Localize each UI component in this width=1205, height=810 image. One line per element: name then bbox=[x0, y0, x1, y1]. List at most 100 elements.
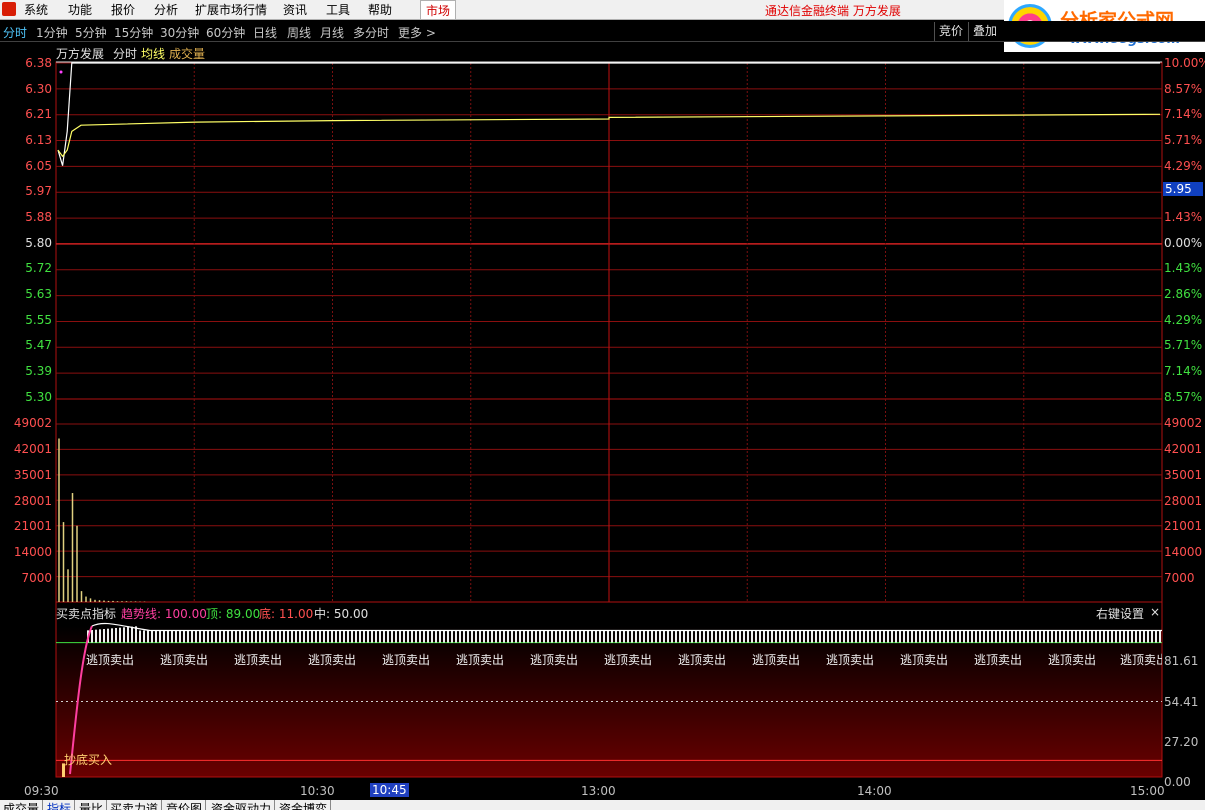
close-indicator-icon[interactable]: × bbox=[1150, 605, 1160, 619]
time-tick: 14:00 bbox=[857, 784, 892, 798]
pct-label: 0.00% bbox=[1164, 236, 1203, 250]
sell-signal: 逃顶卖出 bbox=[382, 653, 431, 667]
time-cursor: 10:45 bbox=[370, 783, 409, 797]
tab-indicator[interactable]: 指标 bbox=[44, 800, 76, 810]
pct-label: 5.71% bbox=[1164, 338, 1203, 352]
volume-axis-label: 14000 bbox=[13, 545, 52, 559]
time-tick: 13:00 bbox=[581, 784, 616, 798]
menu-function[interactable]: 功能 bbox=[68, 2, 92, 18]
sell-signal: 逃顶卖出 bbox=[826, 653, 875, 667]
period-bar: 分时 1分钟 5分钟 15分钟 30分钟 60分钟 日线 周线 月线 多分时 更… bbox=[0, 21, 1205, 42]
period-5min[interactable]: 5分钟 bbox=[75, 24, 107, 41]
tab-fund-drive[interactable]: 资金驱动力 bbox=[208, 800, 276, 810]
indicator-axis-label: 0.00 bbox=[1164, 775, 1191, 789]
price-label: 5.30 bbox=[25, 390, 52, 404]
price-label: 5.80 bbox=[25, 236, 52, 250]
volume-axis-label: 49002 bbox=[1164, 416, 1203, 430]
current-price-badge: 5.95 bbox=[1163, 182, 1203, 196]
pct-label: 1.43% bbox=[1164, 261, 1203, 275]
pct-label: 10.00% bbox=[1164, 56, 1205, 70]
pct-label: 2.86% bbox=[1164, 287, 1203, 301]
volume-axis-label: 21001 bbox=[13, 519, 52, 533]
pct-label: 7.14% bbox=[1164, 364, 1203, 378]
sell-signal: 逃顶卖出 bbox=[456, 653, 505, 667]
bottom-tabs: 成交量 指标 量比 买卖力道 竞价图 资金驱动力 资金博弈 bbox=[0, 800, 1205, 810]
sell-signal: 逃顶卖出 bbox=[752, 653, 801, 667]
volume-axis-label: 28001 bbox=[1164, 494, 1203, 508]
pct-label: 7.14% bbox=[1164, 107, 1203, 121]
stock-name: 万方发展 bbox=[56, 47, 105, 61]
menu-extended-market[interactable]: 扩展市场行情 bbox=[195, 2, 267, 18]
tab-volume-ratio[interactable]: 量比 bbox=[76, 800, 108, 810]
sell-signal: 逃顶卖出 bbox=[86, 653, 135, 667]
volume-axis-label: 7000 bbox=[1164, 571, 1195, 585]
time-tick: 10:30 bbox=[300, 784, 335, 798]
price-label: 5.47 bbox=[25, 338, 52, 352]
open-marker bbox=[59, 70, 63, 74]
menu-help[interactable]: 帮助 bbox=[368, 2, 392, 18]
tab-fund-game[interactable]: 资金博弈 bbox=[276, 800, 332, 810]
top-level-label: 顶: 89.00 bbox=[206, 607, 261, 621]
pct-label: 1.43% bbox=[1164, 210, 1203, 224]
period-more[interactable]: 更多 > bbox=[398, 24, 436, 41]
period-daily[interactable]: 日线 bbox=[253, 24, 277, 41]
volume-axis-label: 42001 bbox=[1164, 442, 1203, 456]
menu-quote[interactable]: 报价 bbox=[111, 2, 135, 18]
sell-signal: 逃顶卖出 bbox=[234, 653, 283, 667]
menu-analysis[interactable]: 分析 bbox=[154, 2, 178, 18]
price-label: 5.55 bbox=[25, 313, 52, 327]
price-label: 5.39 bbox=[25, 364, 52, 378]
volume-axis-label: 49002 bbox=[13, 416, 52, 430]
period-monthly[interactable]: 月线 bbox=[320, 24, 344, 41]
trend-line-label: 趋势线: 100.00 bbox=[121, 607, 207, 621]
app-logo-icon bbox=[2, 2, 16, 16]
overlay-button[interactable]: 叠加 bbox=[968, 22, 1001, 41]
menu-news[interactable]: 资讯 bbox=[283, 2, 307, 18]
period-30min[interactable]: 30分钟 bbox=[160, 24, 199, 41]
pct-label: 8.57% bbox=[1164, 390, 1203, 404]
pct-label: 8.57% bbox=[1164, 82, 1203, 96]
pct-label: 4.29% bbox=[1164, 313, 1203, 327]
sell-signal: 逃顶卖出 bbox=[530, 653, 579, 667]
time-tick: 09:30 bbox=[24, 784, 59, 798]
tab-volume[interactable]: 成交量 bbox=[0, 800, 44, 810]
intraday-chart[interactable] bbox=[0, 42, 1205, 810]
sell-signal: 逃顶卖出 bbox=[900, 653, 949, 667]
sell-signal: 逃顶卖出 bbox=[1120, 653, 1162, 667]
right-click-settings[interactable]: 右键设置 bbox=[1096, 605, 1144, 622]
mid-level-label: 中: 50.00 bbox=[314, 607, 369, 621]
period-weekly[interactable]: 周线 bbox=[287, 24, 311, 41]
app-title: 通达信金融终端 万方发展 bbox=[765, 4, 901, 18]
volume-axis-label: 14000 bbox=[1164, 545, 1203, 559]
pct-label: 5.71% bbox=[1164, 133, 1203, 147]
sell-signal: 逃顶卖出 bbox=[974, 653, 1023, 667]
indicator-axis-label: 27.20 bbox=[1164, 735, 1199, 749]
sell-signal: 逃顶卖出 bbox=[678, 653, 727, 667]
period-multi-intraday[interactable]: 多分时 bbox=[353, 24, 389, 41]
time-tick: 15:00 bbox=[1130, 784, 1165, 798]
period-intraday[interactable]: 分时 bbox=[3, 24, 27, 41]
chart-area[interactable]: 万方发展 分时 均线 成交量 6.38 6.30 6.21 6.13 6.05 … bbox=[0, 42, 1205, 810]
view-label: 分时 bbox=[113, 47, 138, 61]
menu-tools[interactable]: 工具 bbox=[326, 2, 350, 18]
period-60min[interactable]: 60分钟 bbox=[206, 24, 245, 41]
bid-button[interactable]: 竞价 bbox=[934, 22, 967, 41]
volume-axis-label: 21001 bbox=[1164, 519, 1203, 533]
price-label: 6.30 bbox=[25, 82, 52, 96]
period-1min[interactable]: 1分钟 bbox=[36, 24, 68, 41]
menu-system[interactable]: 系统 bbox=[24, 2, 48, 18]
period-15min[interactable]: 15分钟 bbox=[114, 24, 153, 41]
avg-line-label: 均线 bbox=[141, 47, 166, 61]
volume-axis-label: 35001 bbox=[13, 468, 52, 482]
market-button[interactable]: 市场 bbox=[420, 0, 456, 20]
price-label: 5.63 bbox=[25, 287, 52, 301]
price-label: 5.97 bbox=[25, 184, 52, 198]
volume-label: 成交量 bbox=[169, 47, 206, 61]
tab-buy-sell-force[interactable]: 买卖力道 bbox=[107, 800, 163, 810]
sell-signal: 逃顶卖出 bbox=[604, 653, 653, 667]
volume-axis-label: 35001 bbox=[1164, 468, 1203, 482]
tab-auction-chart[interactable]: 竞价图 bbox=[163, 800, 207, 810]
volume-axis-label: 42001 bbox=[13, 442, 52, 456]
sell-signal: 逃顶卖出 bbox=[1048, 653, 1097, 667]
indicator-axis-label: 54.41 bbox=[1164, 695, 1199, 709]
